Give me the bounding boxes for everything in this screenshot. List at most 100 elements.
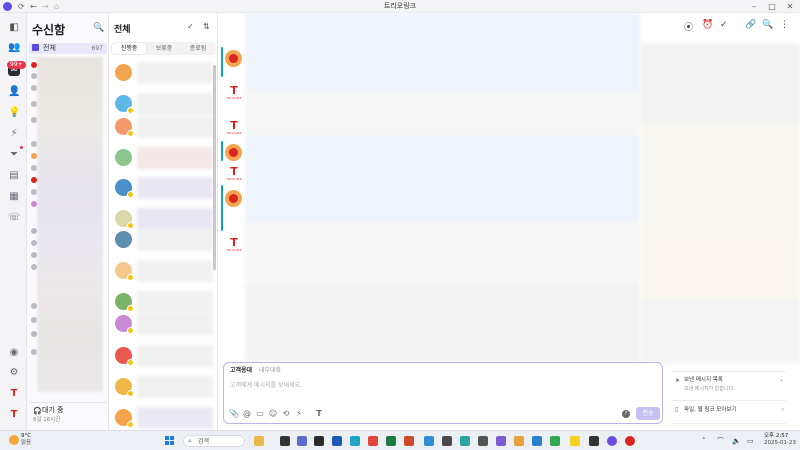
inbox-filter-all[interactable]: 전체 697 bbox=[29, 43, 107, 54]
conversation-item-redacted[interactable] bbox=[137, 177, 213, 199]
minimize-button[interactable]: – bbox=[748, 1, 760, 12]
add-folder-icon[interactable] bbox=[31, 349, 37, 355]
folder-icon[interactable] bbox=[31, 240, 37, 246]
folder-icon[interactable] bbox=[31, 252, 37, 258]
taskbar-app-icon[interactable] bbox=[607, 436, 617, 446]
chevron-down-icon[interactable]: ⌄ bbox=[779, 376, 784, 383]
brand-shortcut-icon-2[interactable]: T bbox=[8, 409, 20, 421]
settings-icon[interactable]: ⚙ bbox=[8, 367, 20, 379]
search-icon[interactable]: 🔍 bbox=[762, 20, 773, 30]
conversation-item-redacted[interactable] bbox=[137, 345, 213, 367]
phone-transfer-icon[interactable]: ☏ bbox=[8, 212, 21, 224]
brand-shortcut-icon[interactable]: T bbox=[8, 388, 20, 400]
composer-tab-customer[interactable]: 고객응대 bbox=[230, 367, 252, 375]
battery-icon[interactable]: ▭ bbox=[747, 436, 754, 446]
tab-in-progress[interactable]: 진행중 bbox=[112, 43, 146, 54]
contact-avatar[interactable] bbox=[115, 315, 134, 334]
refresh-icon[interactable]: ⟲ bbox=[281, 409, 291, 419]
message-input[interactable] bbox=[230, 380, 610, 390]
folder-icon[interactable] bbox=[31, 153, 37, 159]
taskbar-app-icon[interactable] bbox=[424, 436, 434, 446]
contact-avatar[interactable] bbox=[115, 378, 134, 397]
template-icon[interactable]: ▭ bbox=[255, 409, 265, 419]
more-options-icon[interactable]: ⋮ bbox=[780, 20, 789, 30]
profile-icon[interactable]: ◉ bbox=[8, 347, 20, 359]
folder-icon[interactable] bbox=[31, 177, 37, 183]
contact-avatar[interactable] bbox=[115, 179, 134, 198]
document-icon[interactable]: ▤ bbox=[8, 170, 20, 182]
folder-icon[interactable] bbox=[31, 201, 37, 207]
tab-closed[interactable]: 종료됨 bbox=[181, 43, 215, 54]
files-links-section[interactable]: ▯ 파일, 웹 링크 모아보기 › bbox=[672, 405, 786, 417]
conversation-item-redacted[interactable] bbox=[137, 147, 213, 169]
contact-avatar[interactable] bbox=[115, 95, 134, 114]
link-icon[interactable]: 🔗 bbox=[745, 20, 756, 30]
taskbar-app-icon[interactable] bbox=[442, 436, 452, 446]
folder-icon[interactable] bbox=[31, 303, 37, 309]
contact-avatar[interactable] bbox=[115, 210, 134, 229]
lightning-icon[interactable]: ⚡ bbox=[8, 128, 20, 140]
emoji-icon[interactable]: ☺ bbox=[268, 409, 278, 419]
conversation-item-redacted[interactable] bbox=[137, 376, 213, 398]
check-icon[interactable]: ✓ bbox=[720, 20, 728, 30]
conversation-item-redacted[interactable] bbox=[137, 229, 213, 251]
conversation-item-redacted[interactable] bbox=[137, 260, 213, 282]
folder-icon[interactable] bbox=[31, 62, 37, 68]
alarm-icon[interactable]: ⏰ bbox=[702, 20, 713, 30]
composer-tab-internal[interactable]: 내부대화 bbox=[259, 367, 281, 375]
attach-icon[interactable]: 📎 bbox=[229, 409, 239, 419]
taskbar-app-icon[interactable] bbox=[386, 436, 396, 446]
sort-icon[interactable]: ⇅ bbox=[203, 22, 210, 31]
contact-avatar[interactable] bbox=[115, 64, 132, 81]
workspace-logo-icon[interactable]: ◧ bbox=[8, 22, 20, 34]
folder-icon[interactable] bbox=[31, 73, 37, 79]
folder-icon[interactable] bbox=[31, 189, 37, 195]
folder-icon[interactable] bbox=[31, 117, 37, 123]
contact-avatar[interactable] bbox=[115, 149, 132, 166]
taskbar-app-icon[interactable] bbox=[589, 436, 599, 446]
sent-messages-section[interactable]: ➤ 보낸 메시지 목록 보낸 메시지가 없습니다. ⌄ bbox=[672, 376, 786, 398]
conversation-item-redacted[interactable] bbox=[137, 208, 213, 230]
maximize-button[interactable]: □ bbox=[766, 1, 778, 12]
contact-avatar[interactable] bbox=[115, 409, 134, 428]
conversation-item-redacted[interactable] bbox=[137, 116, 213, 138]
contact-avatar[interactable] bbox=[115, 293, 134, 312]
taskbar-search[interactable]: ⌕ 검색 bbox=[183, 435, 245, 447]
taskbar-app-icon[interactable] bbox=[368, 436, 378, 446]
conversation-list-scrollbar[interactable] bbox=[213, 65, 216, 270]
folder-icon[interactable] bbox=[31, 165, 37, 171]
network-icon[interactable]: ⌒ bbox=[717, 436, 724, 446]
taskbar-app-icon[interactable] bbox=[254, 436, 264, 446]
taskbar-app-icon[interactable] bbox=[350, 436, 360, 446]
text-format-icon[interactable]: T bbox=[314, 409, 324, 419]
conversation-item-redacted[interactable] bbox=[137, 62, 213, 84]
folder-icon[interactable] bbox=[31, 228, 37, 234]
taskbar-app-icon[interactable] bbox=[332, 436, 342, 446]
mention-icon[interactable]: @ bbox=[242, 409, 252, 419]
folder-icon[interactable] bbox=[31, 101, 37, 107]
taskbar-app-icon[interactable] bbox=[550, 436, 560, 446]
taskbar-app-icon[interactable] bbox=[314, 436, 324, 446]
clock-date[interactable]: 2025-01-23 bbox=[764, 440, 796, 447]
taskbar-app-icon[interactable] bbox=[514, 436, 524, 446]
taskbar-app-icon[interactable] bbox=[478, 436, 488, 446]
taskbar-app-icon[interactable] bbox=[404, 436, 414, 446]
taskbar-app-icon[interactable] bbox=[570, 436, 580, 446]
contact-avatar[interactable] bbox=[115, 231, 132, 248]
contacts-icon[interactable]: 👥 bbox=[8, 42, 20, 54]
lightning-icon[interactable]: ⚡ bbox=[294, 409, 304, 419]
user-icon[interactable]: 👤 bbox=[8, 86, 20, 98]
grid-icon[interactable]: ▦ bbox=[8, 191, 20, 203]
conversation-item-redacted[interactable] bbox=[137, 93, 213, 115]
contact-avatar[interactable] bbox=[115, 347, 134, 366]
send-button[interactable]: 전송 bbox=[636, 407, 660, 420]
start-menu-icon[interactable] bbox=[165, 436, 175, 446]
help-icon[interactable]: ? bbox=[622, 410, 630, 418]
filter-icon[interactable]: ⏷ bbox=[8, 149, 20, 161]
taskbar-app-icon[interactable] bbox=[280, 436, 290, 446]
taskbar-app-icon[interactable] bbox=[460, 436, 470, 446]
conversation-item-redacted[interactable] bbox=[137, 313, 213, 335]
conversation-item-redacted[interactable] bbox=[137, 291, 213, 313]
volume-icon[interactable]: 🔈 bbox=[732, 436, 741, 446]
folder-icon[interactable] bbox=[31, 85, 37, 91]
